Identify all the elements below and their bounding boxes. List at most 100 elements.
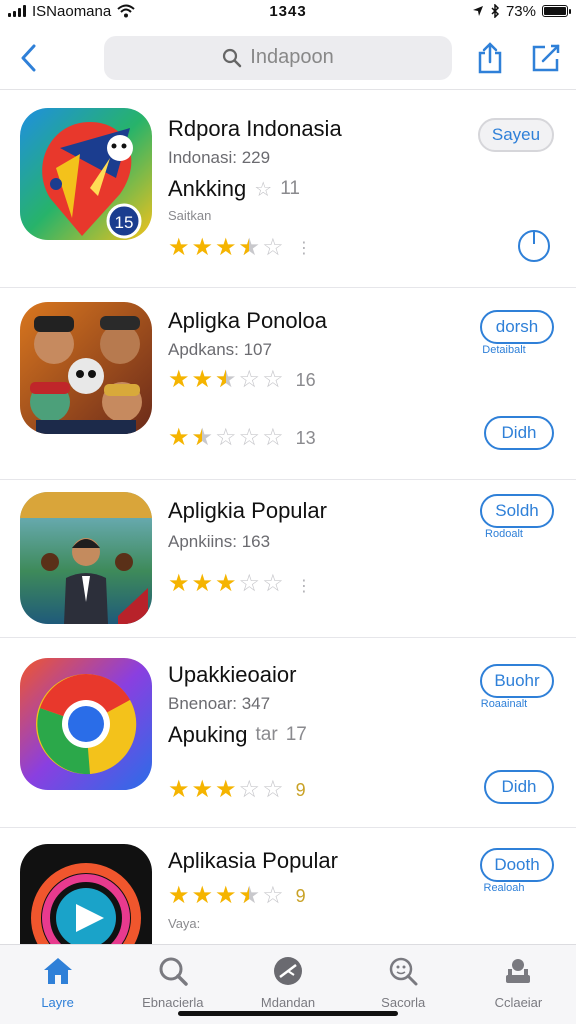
list-item[interactable]: Apligka Ponoloa Apdkans: 107 ★★★☆☆16 ★★☆…: [0, 288, 576, 480]
location-icon: [472, 6, 483, 16]
carrier-name: ISNaomana: [32, 2, 112, 20]
battery-icon: [542, 5, 571, 17]
app-list: 15 Rdpora Indonasia Indonasi: 229 Ankkin…: [0, 92, 576, 944]
chevron-left-icon: [21, 44, 36, 71]
star-filled-icon: ★: [191, 366, 214, 393]
star-filled-icon: ★: [215, 776, 237, 803]
search-icon: [223, 48, 242, 67]
app-small-note: Saitkan: [168, 208, 212, 223]
map-pin-game-icon: 15: [20, 108, 152, 240]
star-filled-icon: ★: [191, 570, 214, 597]
app-title: Aplikasia Popular: [168, 848, 338, 873]
secondary-action-button[interactable]: Didh: [484, 770, 554, 804]
action-button[interactable]: Dooth: [480, 848, 554, 882]
star-outline-icon: ☆: [262, 424, 284, 451]
ranking-label: Apuking: [168, 722, 248, 747]
tab-cclaeiar[interactable]: Cclaeiar: [461, 945, 576, 1024]
star-filled-icon: ★: [168, 882, 190, 909]
star-outline-icon: ☆: [238, 776, 261, 803]
star-filled-icon: ★: [168, 366, 190, 393]
search-placeholder: Indapoon: [250, 46, 334, 68]
star-filled-icon: ★: [168, 776, 190, 803]
app-subtitle: Vaya:: [168, 916, 201, 931]
star-filled-icon: ★: [215, 570, 237, 597]
list-item[interactable]: Upakkieoaior Bnenoar: 347 Apuking tar 17…: [0, 638, 576, 828]
list-item[interactable]: 15 Rdpora Indonasia Indonasi: 229 Ankkin…: [0, 92, 576, 288]
rating-count: 13: [295, 428, 316, 448]
star-half-icon: ★: [215, 368, 237, 393]
compass-icon: [270, 953, 306, 989]
star-filled-icon: ★: [191, 234, 214, 261]
star-rating-secondary: ★★☆☆☆13: [168, 424, 316, 451]
action-button[interactable]: Sayeu: [478, 118, 554, 152]
star-outline-icon: ☆: [262, 882, 284, 909]
star-filled-icon: ★: [191, 882, 214, 909]
search-field[interactable]: Indapoon: [104, 35, 452, 80]
star-outline-icon: ☆: [262, 570, 284, 597]
tab-label: Ebnacierla: [142, 995, 204, 1010]
star-half-icon: ★: [239, 236, 261, 261]
svg-text:15: 15: [115, 213, 134, 232]
app-ranking: Apuking tar 17: [168, 722, 307, 748]
star-rating: ★ ★ ★ ☆ ☆: [168, 572, 284, 596]
home-indicator: [178, 1011, 398, 1016]
ranking-label: Ankking: [168, 176, 247, 201]
action-subtext: Rodoalt: [485, 528, 523, 540]
star-rating: ★★★☆☆16: [168, 366, 316, 393]
star-filled-icon: ★: [168, 234, 190, 261]
share-icon: [478, 41, 502, 73]
tab-layre[interactable]: Layre: [0, 945, 115, 1024]
star-filled-icon: ★: [168, 424, 190, 451]
ranking-mid-text: tar: [255, 724, 278, 745]
star-outline-icon: ☆: [262, 234, 284, 261]
star-outline-icon: ☆: [262, 776, 284, 803]
tab-label: Cclaeiar: [494, 995, 543, 1010]
star-rating: ★★★★☆9: [168, 882, 306, 909]
app-title: Apligka Ponoloa: [168, 308, 328, 333]
star-rating: ★ ★ ★ ☆ ☆ 9: [168, 778, 306, 802]
star-filled-icon: ★: [168, 570, 190, 597]
rating-count: 9: [295, 886, 306, 906]
more-dots: ⋮: [296, 578, 312, 595]
secondary-action-button[interactable]: Didh: [484, 416, 554, 450]
star-outline-icon: ☆: [238, 366, 261, 393]
ranking-value: 11: [280, 178, 300, 199]
status-bar: ISNaomana 1343 73%: [0, 0, 576, 22]
app-title: Rdpora Indonasia: [168, 116, 342, 141]
action-subtext: Detaibalt: [482, 344, 526, 356]
back-button[interactable]: [14, 38, 42, 78]
download-icon[interactable]: [518, 230, 550, 262]
tab-label: Sacorla: [381, 995, 426, 1010]
tab-label: Layre: [41, 995, 74, 1010]
bluetooth-icon: [491, 4, 500, 18]
action-button[interactable]: Soldh: [480, 494, 554, 528]
star-filled-icon: ★: [191, 776, 214, 803]
wifi-icon: [117, 4, 135, 18]
star-half-icon: ★: [192, 426, 214, 451]
app-title: Upakkieoaior: [168, 662, 297, 687]
action-button[interactable]: dorsh: [480, 310, 554, 344]
compose-button[interactable]: [530, 40, 562, 76]
star-outline-icon: ☆: [215, 424, 237, 451]
compose-icon: [532, 44, 560, 71]
action-button[interactable]: Buohr: [480, 664, 554, 698]
share-button[interactable]: [474, 40, 506, 76]
play-ring-icon: [20, 844, 152, 944]
home-icon: [40, 953, 76, 989]
list-item[interactable]: Apligkia Popular Apnkiins: 163 ★ ★ ★ ☆ ☆ ⋮ S…: [0, 480, 576, 638]
tab-bar: Layre Ebnacierla Mdandan Sacorla Cclaeia…: [0, 944, 576, 1024]
ranking-value: 17: [285, 724, 307, 745]
action-subtext: Realoah: [483, 882, 525, 894]
battery-percent: 73%: [505, 2, 536, 20]
signal-icon: [8, 5, 26, 17]
star-outline-icon: ☆: [262, 366, 284, 393]
star-rating: ★★★★☆: [168, 234, 284, 261]
action-subtext: Roaainalt: [480, 698, 528, 710]
list-item[interactable]: Aplikasia Popular ★★★★☆9 Vaya: Dooth Rea…: [0, 828, 576, 944]
app-title: Apligkia Popular: [168, 498, 327, 523]
status-time: 1343: [269, 2, 307, 20]
star-outline-icon: ☆: [238, 570, 261, 597]
star-filled-icon: ★: [215, 882, 237, 909]
app-subtitle: Bnenoar: 347: [168, 694, 271, 713]
tab-label: Mdandan: [260, 995, 316, 1010]
